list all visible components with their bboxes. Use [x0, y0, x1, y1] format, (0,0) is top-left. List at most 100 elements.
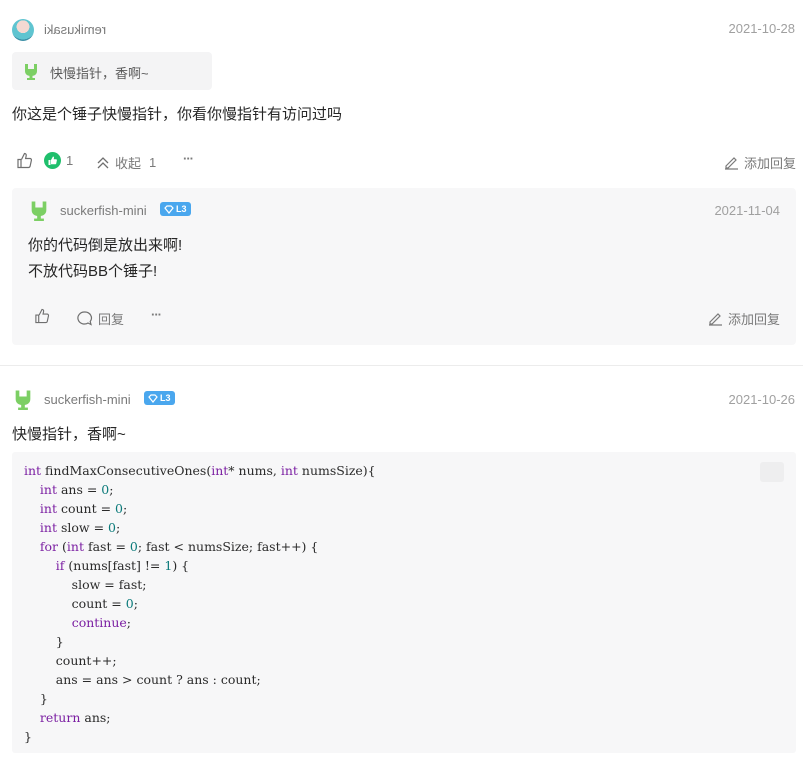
- code-text: ;: [115, 520, 121, 535]
- collapse-button[interactable]: 收起 1: [96, 153, 156, 172]
- level-text: L3: [160, 393, 171, 403]
- code-keyword: int: [39, 501, 57, 516]
- add-reply-button[interactable]: 添加回复: [724, 153, 796, 172]
- code-text: fast =: [83, 539, 130, 554]
- reply-text-line-2: 不放代码BB个锤子!: [28, 263, 158, 280]
- reply-text-line-1: 你的代码倒是放出来啊!: [28, 237, 183, 254]
- thumbs-up-icon: [35, 308, 50, 324]
- code-keyword: int: [211, 463, 229, 478]
- code-keyword: return: [39, 710, 81, 725]
- code-text: }: [24, 729, 32, 744]
- code-text: ;: [126, 615, 132, 630]
- code-text: ; fast < numsSize; fast++) {: [137, 539, 319, 554]
- add-reply-label: 添加回复: [727, 312, 780, 327]
- code-line: slow = fast;: [24, 575, 796, 594]
- code-line: count = 0;: [24, 594, 796, 613]
- reply-username[interactable]: suckerfish-mini: [60, 203, 147, 218]
- code-block[interactable]: int findMaxConsecutiveOnes(int* nums, in…: [12, 452, 796, 753]
- android-avatar-icon: [22, 62, 40, 80]
- more-options-button[interactable]: ···: [183, 151, 194, 166]
- username[interactable]: remikusaki: [44, 22, 106, 37]
- code-keyword: continue: [71, 615, 127, 630]
- comment-body: 快慢指针，香啊~: [12, 426, 126, 443]
- collapse-count: 1: [149, 155, 157, 170]
- code-text: * nums,: [228, 463, 281, 478]
- code-text: ans = ans > count ? ans : count;: [24, 672, 261, 687]
- comment-bubble-icon: [77, 311, 93, 326]
- liked-thumb-icon: [44, 152, 61, 169]
- code-text: ;: [133, 596, 138, 611]
- code-line: int ans = 0;: [24, 480, 796, 499]
- code-line: continue;: [24, 613, 796, 632]
- code-text: findMaxConsecutiveOnes(: [41, 463, 212, 478]
- code-keyword: int: [280, 463, 298, 478]
- comment-date: 2021-10-26: [728, 392, 796, 407]
- reply-button[interactable]: 回复: [76, 309, 124, 328]
- code-text: }: [24, 691, 48, 706]
- comment-body: 你这是个锤子快慢指针，你看你慢指针有访问过吗: [12, 106, 343, 123]
- code-line: }: [24, 632, 796, 651]
- copy-code-button[interactable]: [760, 462, 784, 482]
- code-line: int slow = 0;: [24, 518, 796, 537]
- like-count-text: 1: [66, 153, 74, 168]
- code-text: numsSize){: [297, 463, 376, 478]
- add-reply-label: 添加回复: [743, 156, 796, 171]
- code-number: 0: [115, 501, 123, 516]
- reply-like-button[interactable]: [34, 308, 50, 324]
- reply-thread: suckerfish-mini L3 2021-11-04 你的代码倒是放出来啊…: [12, 188, 796, 345]
- like-button[interactable]: [16, 152, 33, 169]
- code-text: ans;: [80, 710, 111, 725]
- reply-date: 2021-11-04: [714, 203, 780, 218]
- code-line: }: [24, 727, 796, 746]
- code-number: 0: [129, 539, 138, 554]
- code-line: int findMaxConsecutiveOnes(int* nums, in…: [24, 461, 796, 480]
- diamond-icon: [164, 204, 174, 214]
- code-line: }: [24, 689, 796, 708]
- reply-add-reply-button[interactable]: 添加回复: [708, 309, 780, 328]
- comment-date: 2021-10-28: [728, 21, 796, 36]
- quoted-comment[interactable]: 快慢指针，香啊~: [12, 52, 212, 90]
- code-text: }: [24, 634, 64, 649]
- code-text: ans =: [56, 482, 102, 497]
- code-line: ans = ans > count ? ans : count;: [24, 670, 796, 689]
- code-line: int count = 0;: [24, 499, 796, 518]
- collapse-label: 收起: [115, 156, 142, 171]
- code-keyword: int: [66, 539, 84, 554]
- code-text: slow =: [56, 520, 109, 535]
- collapse-up-icon: [97, 156, 109, 168]
- code-text: (: [58, 539, 67, 554]
- code-line: count++;: [24, 651, 796, 670]
- username[interactable]: suckerfish-mini: [44, 392, 131, 407]
- code-text: ) {: [172, 558, 190, 573]
- android-avatar-icon[interactable]: [28, 199, 50, 221]
- code-text: count++;: [24, 653, 117, 668]
- code-keyword: for: [39, 539, 59, 554]
- reply-label: 回复: [98, 312, 125, 327]
- level-badge: L3: [160, 202, 191, 216]
- code-text: ;: [122, 501, 128, 516]
- level-badge: L3: [144, 391, 175, 405]
- code-number: 0: [125, 596, 134, 611]
- quoted-text: 快慢指针，香啊~: [50, 66, 149, 81]
- android-avatar-icon[interactable]: [12, 388, 34, 410]
- code-text: (nums[fast] !=: [64, 558, 165, 573]
- pencil-icon: [724, 157, 738, 170]
- code-text: count =: [56, 501, 116, 516]
- code-keyword: int: [24, 463, 42, 478]
- code-text: count =: [24, 596, 126, 611]
- code-line: if (nums[fast] != 1) {: [24, 556, 796, 575]
- code-text: ;: [109, 482, 114, 497]
- reply-more-button[interactable]: ···: [151, 307, 162, 322]
- like-count[interactable]: 1: [44, 152, 73, 169]
- code-number: 0: [108, 520, 116, 535]
- thumbs-up-icon: [17, 152, 33, 169]
- user-avatar[interactable]: [12, 19, 34, 41]
- diamond-icon: [148, 393, 158, 403]
